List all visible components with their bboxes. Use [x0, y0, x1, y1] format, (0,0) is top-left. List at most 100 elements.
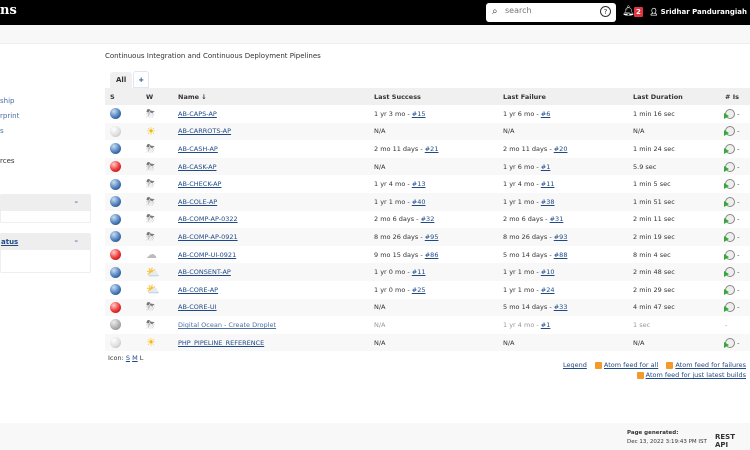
tab-all[interactable]: All: [110, 72, 133, 89]
executor-status-link[interactable]: atus: [1, 238, 18, 246]
status-ball-icon: [110, 108, 121, 120]
failure-build-link[interactable]: #88: [554, 251, 568, 259]
job-name-link[interactable]: AB-COMP-AP-0921: [178, 233, 238, 241]
failure-build-link[interactable]: #1: [541, 163, 551, 171]
add-view-tab[interactable]: +: [133, 71, 150, 88]
failure-build-link[interactable]: #38: [541, 198, 555, 206]
failure-time: 2 mo 11 days -: [503, 144, 554, 153]
weather-storm-icon: ⛈: [146, 300, 155, 314]
duration: 2 min 48 sec: [628, 263, 720, 281]
job-name-link[interactable]: AB-CORE-UI: [178, 303, 217, 311]
atom-feed-latest[interactable]: Atom feed for just latest builds: [646, 371, 746, 379]
failure-build-link[interactable]: #31: [550, 215, 564, 223]
job-name-link[interactable]: AB-COMP-UI-0921: [178, 251, 236, 259]
success-build-link[interactable]: #13: [412, 180, 426, 188]
status-ball-icon: [110, 249, 121, 261]
failure-build-link[interactable]: #11: [541, 180, 555, 188]
col-last-duration[interactable]: Last Duration: [628, 88, 720, 105]
success-build-link[interactable]: #86: [425, 251, 439, 259]
job-name-link[interactable]: AB-CAPS-AP: [178, 110, 217, 118]
job-name-link[interactable]: PHP_PIPELINE_REFERENCE: [178, 339, 264, 347]
atom-feed-failures[interactable]: Atom feed for failures: [675, 361, 746, 369]
schedule-build-icon[interactable]: [724, 126, 735, 137]
schedule-build-icon[interactable]: [724, 231, 735, 242]
sidebar-link-ownership[interactable]: ship: [0, 97, 14, 105]
legend-link[interactable]: Legend: [563, 361, 587, 369]
schedule-build-icon[interactable]: [724, 161, 735, 172]
rest-api-link[interactable]: REST API: [715, 433, 750, 449]
schedule-build-icon[interactable]: [724, 267, 735, 278]
success-build-link[interactable]: #11: [412, 268, 426, 276]
sidebar-link-3[interactable]: s: [0, 127, 4, 135]
job-name-link[interactable]: AB-CASK-AP: [178, 163, 217, 171]
schedule-build-icon[interactable]: [724, 196, 735, 207]
issues: -: [737, 144, 740, 153]
col-issues[interactable]: # Is: [720, 88, 750, 105]
schedule-build-icon[interactable]: [724, 249, 735, 260]
sidebar-link-fingerprint[interactable]: rprint: [0, 112, 19, 120]
schedule-build-icon[interactable]: [724, 302, 735, 313]
duration: 1 min 5 sec: [633, 180, 671, 189]
status-ball-icon: [110, 337, 121, 349]
issues: -: [737, 303, 740, 312]
user-menu[interactable]: 👤︎ Sridhar Pandurangiah: [649, 8, 747, 16]
col-weather[interactable]: W: [141, 88, 173, 105]
failure-build-link[interactable]: #6: [541, 110, 551, 118]
job-name-link[interactable]: AB-CASH-AP: [178, 145, 218, 153]
schedule-build-icon[interactable]: [724, 337, 735, 348]
job-row: ☀ AB-CARROTS-AP N/A N/A N/A -: [105, 122, 750, 141]
atom-feed-all[interactable]: Atom feed for all: [604, 361, 658, 369]
icon-size-s[interactable]: S: [126, 354, 130, 362]
schedule-build-icon[interactable]: [724, 179, 735, 190]
schedule-build-icon[interactable]: [724, 214, 735, 225]
sidebar-link-resources[interactable]: rces: [0, 157, 15, 165]
bell-icon[interactable]: 🔔︎: [622, 6, 635, 17]
success-build-link[interactable]: #25: [412, 286, 426, 294]
col-status[interactable]: S: [105, 88, 141, 105]
success-build-link[interactable]: #95: [425, 233, 439, 241]
job-name-link[interactable]: AB-CHECK-AP: [178, 180, 221, 188]
weather-storm-icon: ⛈: [146, 212, 155, 226]
executor-status-panel: atus –: [0, 233, 91, 273]
col-last-failure[interactable]: Last Failure: [498, 88, 628, 105]
jenkins-logo[interactable]: ns: [0, 3, 17, 18]
schedule-build-icon[interactable]: [724, 284, 735, 295]
help-icon[interactable]: ?: [600, 6, 611, 17]
failure-build-link[interactable]: #20: [554, 145, 568, 153]
job-name-link[interactable]: AB-COLE-AP: [178, 198, 217, 206]
notification-badge[interactable]: 2: [634, 7, 643, 17]
success-build-link[interactable]: #40: [412, 198, 426, 206]
col-last-success[interactable]: Last Success: [369, 88, 498, 105]
issues: -: [737, 162, 740, 171]
schedule-build-icon[interactable]: [724, 108, 735, 119]
icon-size-m[interactable]: M: [132, 354, 138, 362]
failure-build-link[interactable]: #33: [554, 303, 568, 311]
failure-build-link[interactable]: #93: [554, 233, 568, 241]
job-name-link[interactable]: AB-CONSENT-AP: [178, 268, 231, 276]
collapse-button[interactable]: –: [75, 198, 79, 206]
jobs-table: S W Name ↓ Last Success Last Failure Las…: [105, 88, 750, 352]
search-box[interactable]: ⌕ ?: [486, 3, 616, 22]
footer: Page generated: Dec 13, 2022 3:19:43 PM I…: [0, 423, 750, 450]
job-name-link[interactable]: AB-CORE-AP: [178, 286, 218, 294]
success-build-link[interactable]: #15: [412, 110, 426, 118]
success-build-link[interactable]: #21: [425, 145, 439, 153]
success-time: 1 yr 0 mo -: [374, 285, 412, 294]
success-build-link[interactable]: #32: [421, 215, 435, 223]
status-ball-icon: [110, 196, 121, 208]
failure-build-link[interactable]: #10: [541, 268, 555, 276]
col-name[interactable]: Name ↓: [173, 88, 369, 105]
job-name-link[interactable]: Digital Ocean - Create Droplet: [178, 321, 276, 329]
collapse-button[interactable]: –: [75, 237, 79, 245]
job-name-link[interactable]: AB-COMP-AP-0322: [178, 215, 238, 223]
success-time: N/A: [374, 338, 386, 347]
failure-build-link[interactable]: #1: [541, 321, 551, 329]
failure-build-link[interactable]: #24: [541, 286, 555, 294]
job-name-link[interactable]: AB-CARROTS-AP: [178, 127, 231, 135]
duration: 1 sec: [633, 320, 651, 329]
icon-size-l[interactable]: L: [140, 354, 144, 362]
search-input[interactable]: [505, 6, 590, 15]
top-bar: ns ⌕ ? 🔔︎ 2 👤︎ Sridhar Pandurangiah: [0, 0, 750, 25]
schedule-build-icon[interactable]: [724, 143, 735, 154]
duration: N/A: [628, 333, 720, 352]
